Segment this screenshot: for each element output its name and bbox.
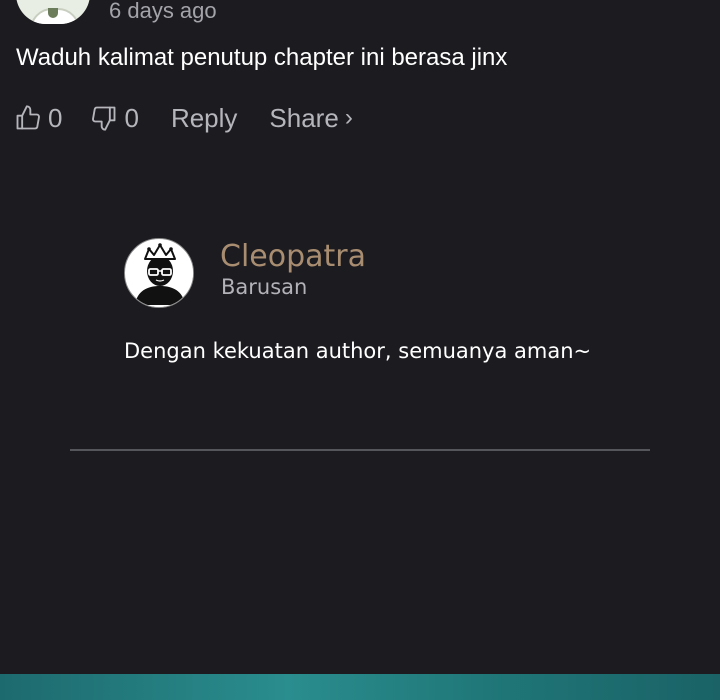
divider <box>70 449 650 451</box>
comment-timestamp: 6 days ago <box>109 0 217 23</box>
chevron-right-icon: › <box>344 104 353 131</box>
reply-button[interactable]: Reply <box>171 103 237 134</box>
comment-actions: 0 0 Reply Share › <box>14 100 353 136</box>
like-button[interactable]: 0 <box>14 103 62 134</box>
crowned-person-avatar-icon[interactable] <box>124 238 194 308</box>
comment-author-avatar[interactable] <box>16 0 90 24</box>
reply-label: Reply <box>170 102 238 133</box>
share-label: Share <box>269 102 339 133</box>
reply-author-name[interactable]: Cleopatra <box>220 238 366 276</box>
footer-banner <box>0 674 720 700</box>
dislike-count: 0 <box>124 102 139 133</box>
reply-text: Dengan kekuatan author, semuanya aman~ <box>124 339 592 363</box>
thumbs-down-icon <box>90 104 118 132</box>
dislike-button[interactable]: 0 <box>90 102 139 134</box>
avatar-collar <box>48 8 58 18</box>
like-count: 0 <box>48 102 63 133</box>
comment-text: Waduh kalimat penutup chapter ini berasa… <box>16 44 508 71</box>
thumbs-up-icon <box>14 104 42 132</box>
share-button[interactable]: Share › <box>269 103 352 134</box>
reply-timestamp: Barusan <box>221 275 308 299</box>
